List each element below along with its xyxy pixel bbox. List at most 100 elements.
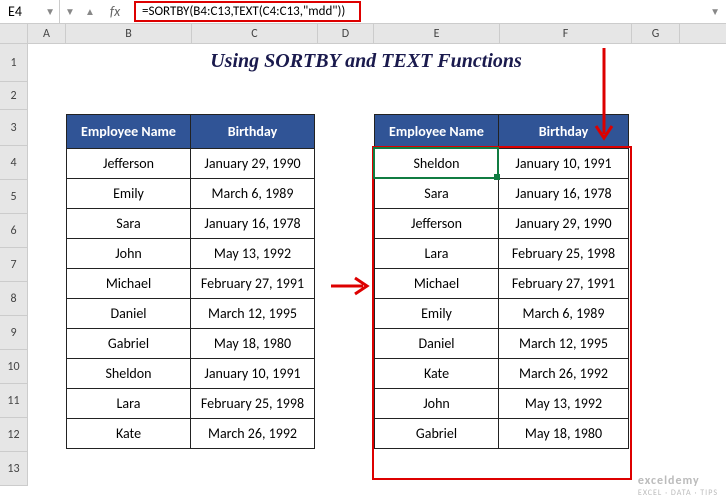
table-cell[interactable]: Sheldon	[67, 359, 191, 389]
table-cell[interactable]: John	[67, 239, 191, 269]
table-cell[interactable]: March 12, 1995	[499, 329, 629, 359]
row-header-12[interactable]: 12	[0, 418, 28, 452]
table-row[interactable]: KateMarch 26, 1992	[67, 419, 315, 449]
table-cell[interactable]: Sara	[375, 179, 499, 209]
table-cell[interactable]: January 16, 1978	[191, 209, 315, 239]
table-cell[interactable]: March 6, 1989	[191, 179, 315, 209]
fx-icon[interactable]: fx	[100, 3, 130, 20]
table-row[interactable]: LaraFebruary 25, 1998	[67, 389, 315, 419]
table-cell[interactable]: Sara	[67, 209, 191, 239]
table-cell[interactable]: Emily	[375, 299, 499, 329]
row-header-8[interactable]: 8	[0, 282, 28, 316]
row-header-11[interactable]: 11	[0, 384, 28, 418]
table-cell[interactable]: Daniel	[375, 329, 499, 359]
table-cell[interactable]: January 10, 1991	[499, 149, 629, 179]
table-cell[interactable]: May 13, 1992	[499, 389, 629, 419]
table-cell[interactable]: February 25, 1998	[499, 239, 629, 269]
row-header-5[interactable]: 5	[0, 180, 28, 214]
table-row[interactable]: SaraJanuary 16, 1978	[67, 209, 315, 239]
row-header-6[interactable]: 6	[0, 214, 28, 248]
table-row[interactable]: JeffersonJanuary 29, 1990	[67, 149, 315, 179]
table-row[interactable]: KateMarch 26, 1992	[375, 359, 629, 389]
row-header-13[interactable]: 13	[0, 452, 28, 486]
table-row[interactable]: DanielMarch 12, 1995	[375, 329, 629, 359]
table-header: Employee Name	[67, 115, 191, 149]
table-cell[interactable]: March 26, 1992	[499, 359, 629, 389]
table-cell[interactable]: Lara	[67, 389, 191, 419]
sheet-cells[interactable]: Using SORTBY and TEXT Functions Employee…	[28, 44, 726, 486]
table-cell[interactable]: Gabriel	[375, 419, 499, 449]
row-header-4[interactable]: 4	[0, 146, 28, 180]
table-row[interactable]: MichaelFebruary 27, 1991	[67, 269, 315, 299]
table-cell[interactable]: February 25, 1998	[191, 389, 315, 419]
table-row[interactable]: LaraFebruary 25, 1998	[375, 239, 629, 269]
chevron-up-icon[interactable]: ▲	[80, 5, 100, 18]
col-header-d[interactable]: D	[318, 24, 374, 43]
table-cell[interactable]: Kate	[375, 359, 499, 389]
table-cell[interactable]: Lara	[375, 239, 499, 269]
table-row[interactable]: SheldonJanuary 10, 1991	[375, 149, 629, 179]
table-cell[interactable]: Kate	[67, 419, 191, 449]
table-cell[interactable]: March 26, 1992	[191, 419, 315, 449]
table-row[interactable]: JeffersonJanuary 29, 1990	[375, 209, 629, 239]
col-header-e[interactable]: E	[374, 24, 500, 43]
chevron-down-icon[interactable]: ▼	[45, 5, 59, 18]
table-cell[interactable]: January 29, 1990	[191, 149, 315, 179]
table-cell[interactable]: Daniel	[67, 299, 191, 329]
col-header-f[interactable]: F	[500, 24, 632, 43]
table-row[interactable]: EmilyMarch 6, 1989	[375, 299, 629, 329]
chevron-down-icon[interactable]: ▼	[60, 5, 80, 18]
source-table: Employee NameBirthday JeffersonJanuary 2…	[66, 114, 315, 449]
table-cell[interactable]: Michael	[67, 269, 191, 299]
row-header-2[interactable]: 2	[0, 82, 28, 110]
name-box[interactable]: E4 ▼	[0, 0, 60, 23]
table-cell[interactable]: March 6, 1989	[499, 299, 629, 329]
table-row[interactable]: SheldonJanuary 10, 1991	[67, 359, 315, 389]
formula-bar[interactable]: =SORTBY(B4:C13,TEXT(C4:C13,"mdd")) ▼	[130, 0, 726, 23]
table-cell[interactable]: Jefferson	[375, 209, 499, 239]
col-header-a[interactable]: A	[28, 24, 66, 43]
table-row[interactable]: GabrielMay 18, 1980	[375, 419, 629, 449]
col-header-g[interactable]: G	[632, 24, 680, 43]
col-header-b[interactable]: B	[66, 24, 192, 43]
table-row[interactable]: MichaelFebruary 27, 1991	[375, 269, 629, 299]
table-cell[interactable]: January 16, 1978	[499, 179, 629, 209]
row-header-1[interactable]: 1	[0, 44, 28, 82]
column-headers: ABCDEFG	[0, 24, 726, 44]
chevron-down-icon[interactable]: ▼	[710, 5, 720, 18]
table-cell[interactable]: John	[375, 389, 499, 419]
table-row[interactable]: DanielMarch 12, 1995	[67, 299, 315, 329]
watermark-text: exceldemy	[638, 474, 718, 488]
arrow-right-icon	[331, 276, 371, 300]
row-header-9[interactable]: 9	[0, 316, 28, 350]
arrow-down-icon	[594, 48, 614, 152]
row-header-10[interactable]: 10	[0, 350, 28, 384]
table-cell[interactable]: February 27, 1991	[499, 269, 629, 299]
table-cell[interactable]: Gabriel	[67, 329, 191, 359]
table-cell[interactable]: May 18, 1980	[499, 419, 629, 449]
table-header: Birthday	[191, 115, 315, 149]
watermark: exceldemy EXCEL · DATA · TIPS	[638, 474, 718, 498]
select-all-corner[interactable]	[0, 24, 28, 43]
table-cell[interactable]: Sheldon	[375, 149, 499, 179]
watermark-sub: EXCEL · DATA · TIPS	[638, 488, 718, 498]
table-cell[interactable]: Emily	[67, 179, 191, 209]
table-cell[interactable]: Michael	[375, 269, 499, 299]
table-row[interactable]: GabrielMay 18, 1980	[67, 329, 315, 359]
table-row[interactable]: EmilyMarch 6, 1989	[67, 179, 315, 209]
table-header-row: Employee NameBirthday	[67, 115, 315, 149]
table-cell[interactable]: February 27, 1991	[191, 269, 315, 299]
table-cell[interactable]: January 29, 1990	[499, 209, 629, 239]
table-row[interactable]: SaraJanuary 16, 1978	[375, 179, 629, 209]
row-header-3[interactable]: 3	[0, 110, 28, 146]
row-header-7[interactable]: 7	[0, 248, 28, 282]
table-row[interactable]: JohnMay 13, 1992	[67, 239, 315, 269]
formula-text: =SORTBY(B4:C13,TEXT(C4:C13,"mdd"))	[134, 1, 361, 22]
table-cell[interactable]: May 18, 1980	[191, 329, 315, 359]
col-header-c[interactable]: C	[192, 24, 318, 43]
table-cell[interactable]: May 13, 1992	[191, 239, 315, 269]
table-row[interactable]: JohnMay 13, 1992	[375, 389, 629, 419]
table-cell[interactable]: January 10, 1991	[191, 359, 315, 389]
table-cell[interactable]: Jefferson	[67, 149, 191, 179]
table-cell[interactable]: March 12, 1995	[191, 299, 315, 329]
